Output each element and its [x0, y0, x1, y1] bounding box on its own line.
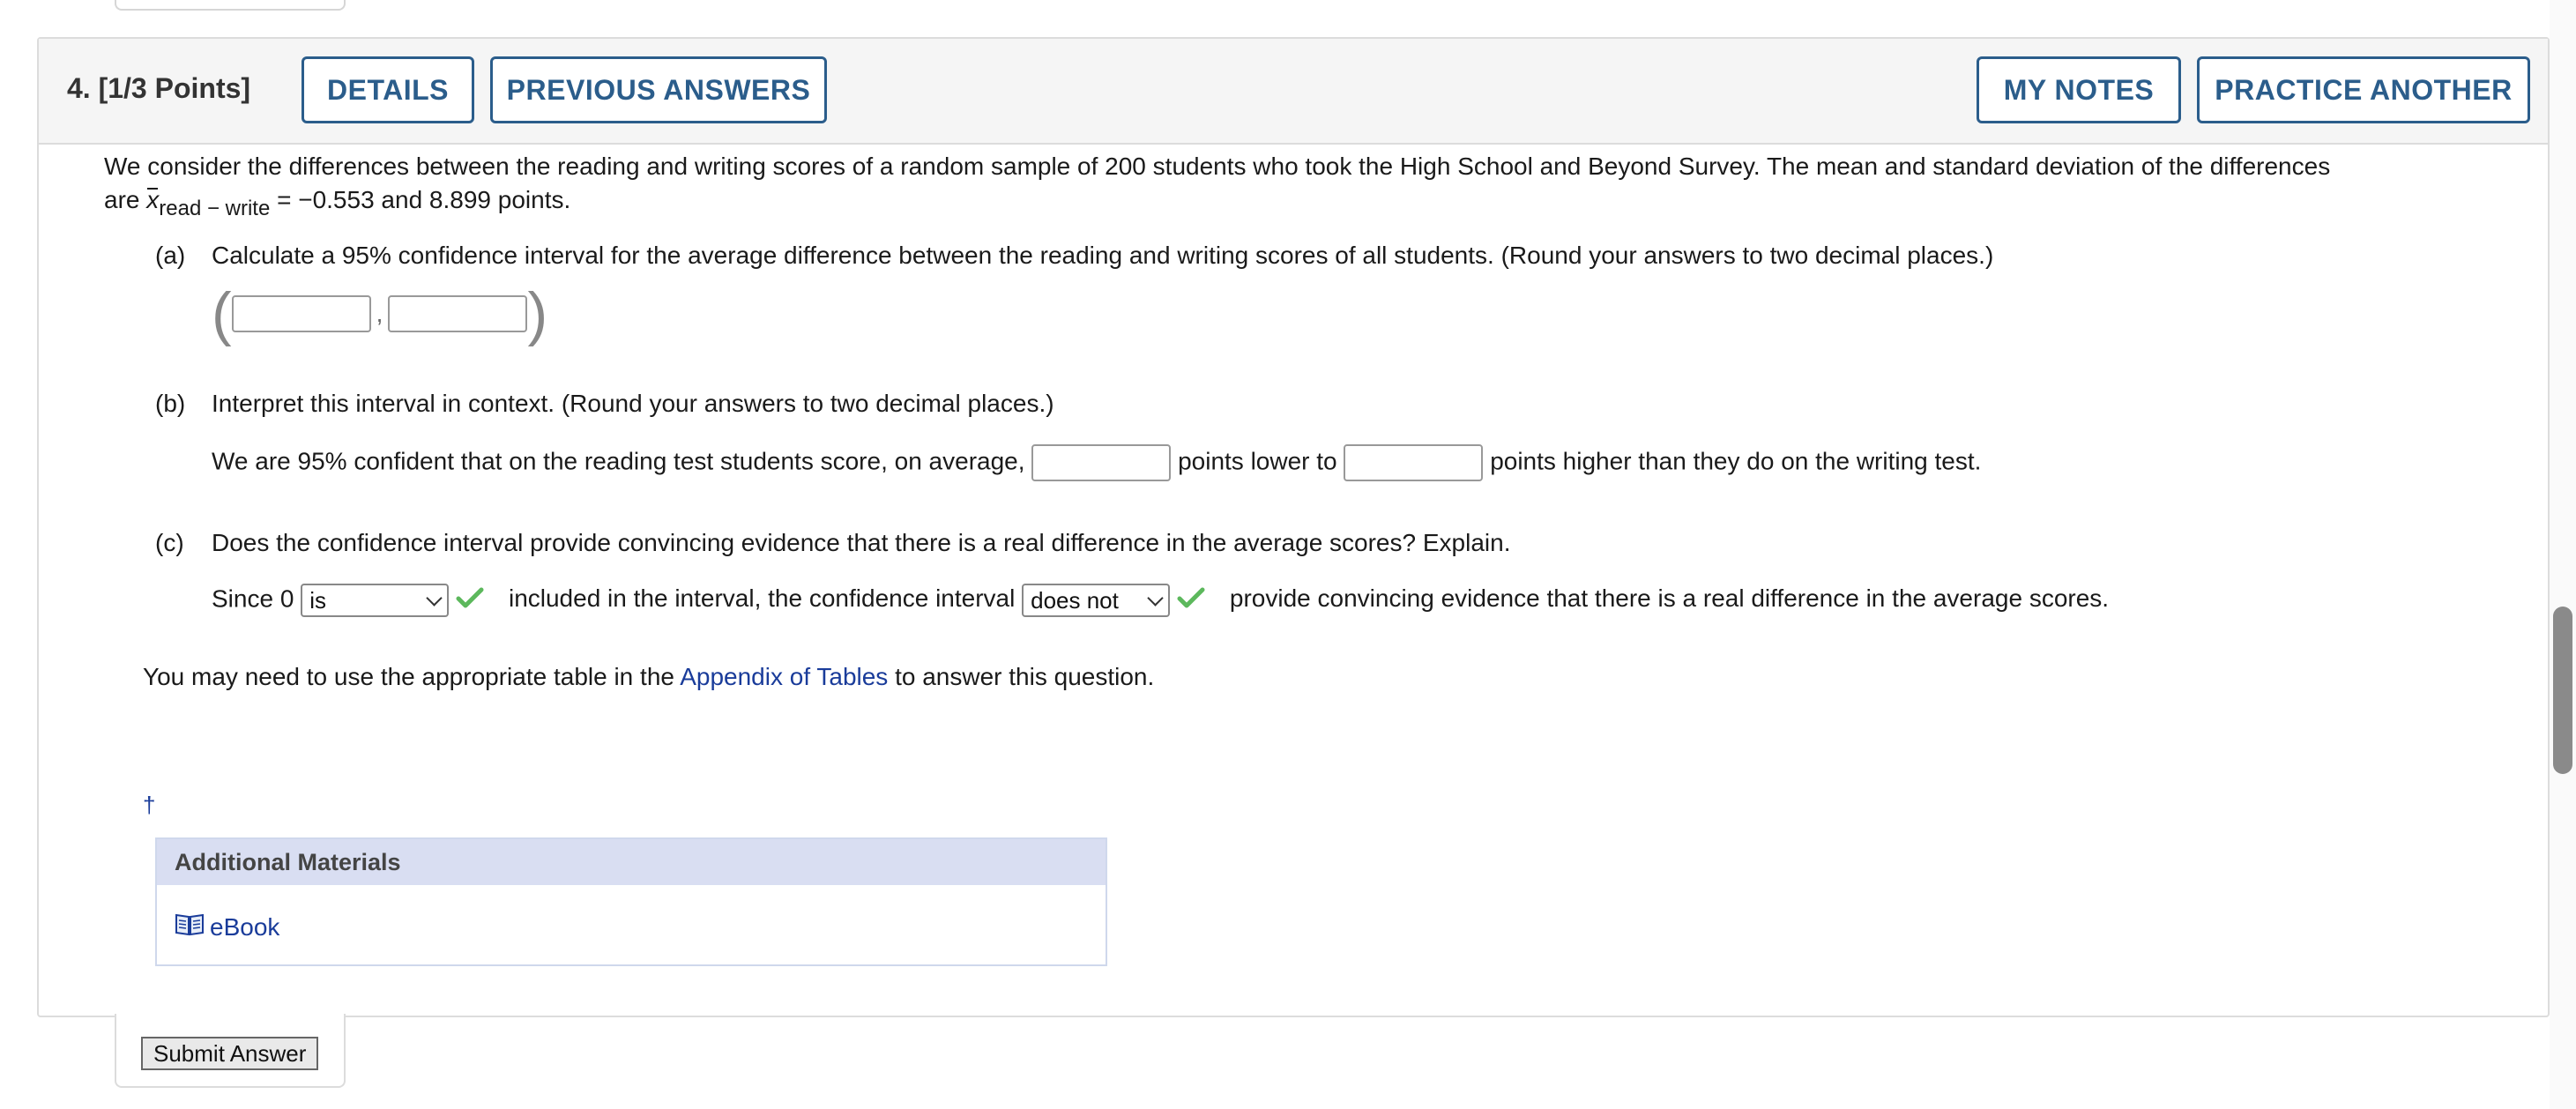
book-icon [175, 912, 205, 942]
previous-question-footer [115, 0, 346, 11]
x-bar-subscript: read − write [159, 197, 271, 220]
part-b-text: Interpret this interval in context. (Rou… [212, 390, 1054, 417]
part-a-label: (a) [155, 242, 186, 269]
part-b-sentence: We are 95% confident that on the reading… [212, 444, 1981, 481]
intro-are: are [104, 186, 147, 213]
details-button[interactable]: DETAILS [302, 56, 474, 123]
part-a-interval: (,) [212, 284, 547, 344]
intro-line-2: are xread − write = −0.553 and 8.899 poi… [104, 183, 2520, 220]
scrollbar-thumb[interactable] [2553, 607, 2572, 774]
does-provide-select-value: does not [1031, 586, 1119, 614]
part-b-sentence-end: points higher than they do on the writin… [1490, 447, 1982, 475]
appendix-note: You may need to use the appropriate tabl… [143, 663, 1154, 691]
ci-lower-input[interactable] [231, 295, 371, 332]
points-lower-input[interactable] [1031, 444, 1172, 481]
part-c-mid: included in the interval, the confidence… [508, 584, 1016, 613]
ebook-link[interactable]: eBook [175, 912, 279, 942]
part-a-text: Calculate a 95% confidence interval for … [212, 242, 1994, 269]
chevron-down-icon [426, 589, 443, 607]
part-c-label: (c) [155, 529, 184, 556]
is-included-select[interactable]: is [301, 584, 450, 617]
x-bar-symbol: x [146, 183, 159, 217]
additional-materials-title: Additional Materials [157, 839, 1106, 885]
ci-upper-input[interactable] [388, 295, 528, 332]
checkmark-icon [456, 586, 484, 615]
open-paren: ( [212, 280, 232, 347]
is-included-select-value: is [309, 586, 326, 614]
scrollbar[interactable] [2550, 0, 2576, 1109]
close-paren: ) [527, 280, 548, 347]
appendix-suffix: to answer this question. [888, 663, 1155, 690]
submit-area: Submit Answer [115, 1014, 346, 1088]
appendix-prefix: You may need to use the appropriate tabl… [143, 663, 681, 690]
appendix-of-tables-link[interactable]: Appendix of Tables [680, 663, 888, 690]
question-intro: We consider the differences between the … [104, 150, 2520, 220]
practice-another-button[interactable]: PRACTICE ANOTHER [2197, 56, 2530, 123]
part-b-label: (b) [155, 390, 186, 417]
intro-tail: = −0.553 and 8.899 points. [270, 186, 571, 213]
intro-line-1: We consider the differences between the … [104, 153, 2331, 180]
part-b-sentence-start: We are 95% confident that on the reading… [212, 447, 1025, 475]
submit-answer-button[interactable]: Submit Answer [141, 1037, 319, 1070]
part-b-sentence-mid: points lower to [1178, 447, 1337, 475]
dagger-link[interactable]: † [143, 792, 155, 819]
chevron-down-icon [1147, 589, 1164, 607]
part-c-text: Does the confidence interval provide con… [212, 529, 1511, 556]
question-header: 4. [1/3 Points] DETAILS PREVIOUS ANSWERS… [39, 39, 2548, 145]
checkmark-icon [1177, 586, 1205, 615]
question-number: 4. [1/3 Points] [67, 72, 250, 105]
part-c-since: Since 0 [212, 584, 294, 613]
previous-answers-button[interactable]: PREVIOUS ANSWERS [490, 56, 827, 123]
does-provide-select[interactable]: does not [1022, 584, 1171, 617]
question-points-label: [1/3 Points] [98, 72, 251, 104]
points-higher-input[interactable] [1344, 444, 1484, 481]
interval-comma: , [376, 300, 383, 327]
ebook-label: eBook [210, 912, 280, 941]
additional-materials-panel: Additional Materials eBook [155, 837, 1107, 966]
part-c-sentence: Since 0 is included in the interval, the… [212, 584, 2109, 617]
question-number-label: 4. [67, 72, 91, 104]
part-c-end: provide convincing evidence that there i… [1229, 584, 2110, 613]
my-notes-button[interactable]: MY NOTES [1977, 56, 2181, 123]
